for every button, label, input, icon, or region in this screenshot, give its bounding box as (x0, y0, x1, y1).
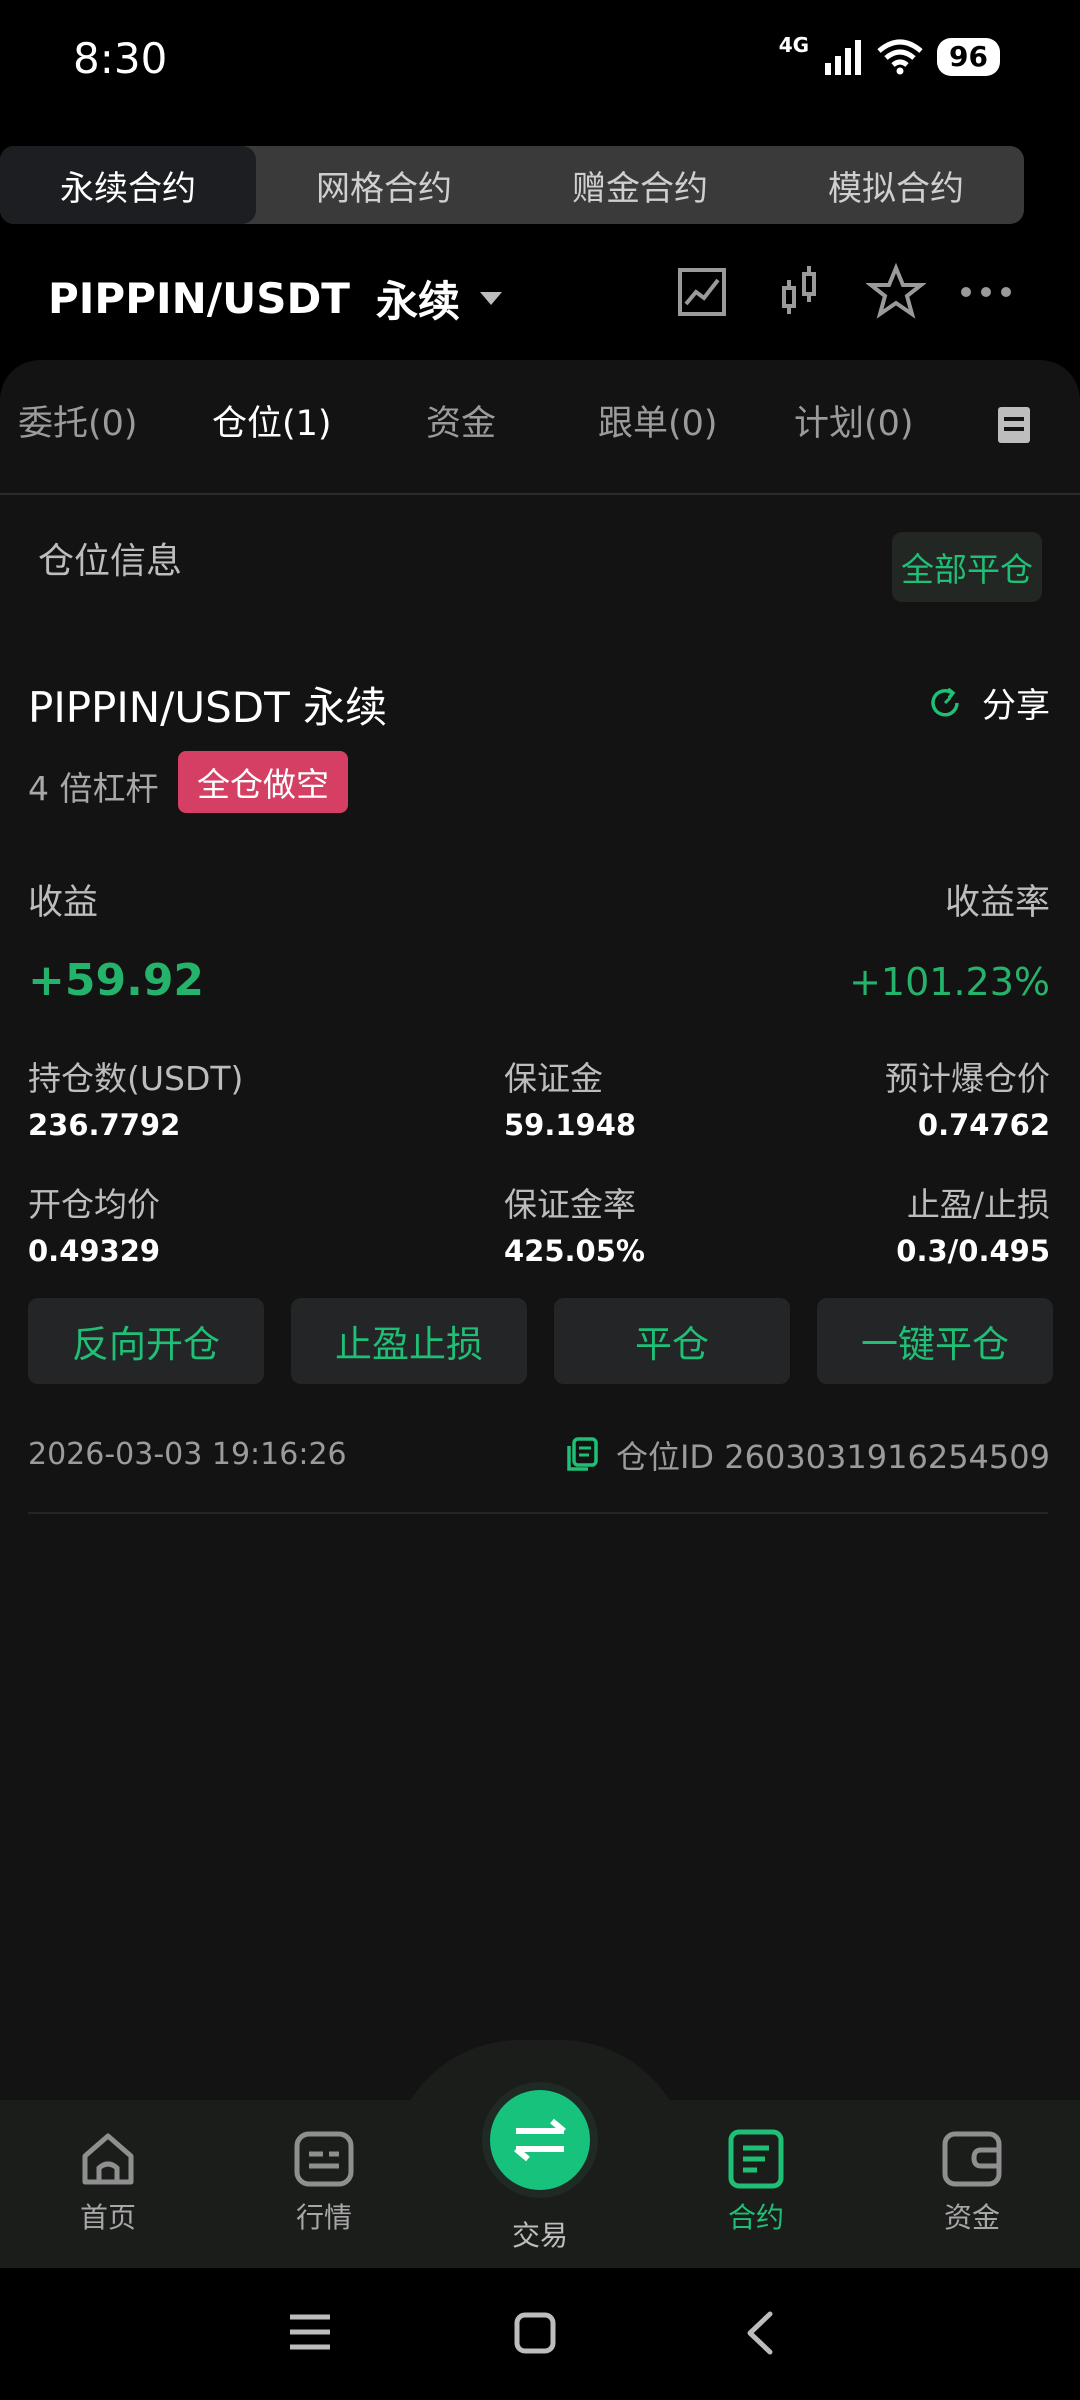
tpsl-button[interactable]: 止盈止损 (291, 1298, 527, 1384)
share-button[interactable]: 分享 (926, 678, 1050, 727)
close-all-button[interactable]: 全部平仓 (892, 532, 1042, 602)
reverse-open-button[interactable]: 反向开仓 (28, 1298, 264, 1384)
divider (0, 493, 1080, 495)
side-badge: 全仓做空 (178, 751, 348, 813)
share-label: 分享 (982, 686, 1050, 726)
pair-name: PIPPIN/USDT (48, 274, 350, 323)
more-icon[interactable] (956, 262, 1016, 322)
quick-close-button[interactable]: 一键平仓 (817, 1298, 1053, 1384)
tab-copy-trading[interactable]: 跟单(0) (598, 395, 718, 446)
nav-home[interactable]: 首页 (38, 2128, 178, 2236)
market-icon (294, 2131, 354, 2187)
nav-assets-label: 资金 (943, 2201, 1000, 2234)
liq-price-label: 预计爆仓价 (885, 1059, 1050, 1098)
liq-price-value: 0.74762 (917, 1108, 1050, 1142)
list-icon[interactable] (996, 405, 1032, 445)
swap-icon (514, 2118, 566, 2162)
position-tabs: 委托(0) 仓位(1) 资金 跟单(0) 计划(0) (0, 395, 1080, 455)
nav-market[interactable]: 行情 (254, 2128, 394, 2236)
wifi-icon (877, 39, 923, 75)
tab-bonus[interactable]: 赠金合约 (512, 146, 768, 224)
entry-price-value: 0.49329 (28, 1234, 161, 1268)
back-icon[interactable] (744, 2310, 774, 2356)
pnl-label: 收益 (28, 883, 99, 923)
nav-market-label: 行情 (295, 2201, 352, 2234)
candlestick-icon[interactable] (770, 262, 830, 322)
tab-orders[interactable]: 委托(0) (18, 395, 138, 446)
pair-selector[interactable]: PIPPIN/USDT 永续 (48, 268, 502, 329)
nav-futures[interactable]: 合约 (686, 2128, 826, 2236)
section-title: 仓位信息 (38, 541, 183, 582)
wallet-icon (942, 2131, 1002, 2187)
chevron-down-icon (479, 292, 502, 305)
size-value: 236.7792 (28, 1108, 181, 1142)
margin-ratio-value: 425.05% (504, 1234, 645, 1268)
nav-futures-label: 合约 (727, 2201, 784, 2234)
signal-icon (825, 40, 862, 75)
tpsl-value: 0.3/0.495 (896, 1234, 1050, 1268)
star-icon[interactable] (866, 262, 926, 322)
tab-funds[interactable]: 资金 (426, 395, 496, 446)
size-label: 持仓数(USDT) (28, 1059, 244, 1098)
contract-type-tabs: 永续合约 网格合约 赠金合约 模拟合约 (0, 146, 1024, 224)
nav-assets[interactable]: 资金 (902, 2128, 1042, 2236)
pair-type: 永续 (375, 277, 460, 326)
futures-icon (728, 2129, 784, 2189)
tab-grid[interactable]: 网格合约 (256, 146, 512, 224)
status-time: 8:30 (73, 34, 168, 83)
position-id[interactable]: 仓位ID 2603031916254509 (564, 1432, 1050, 1478)
share-icon (931, 687, 959, 716)
tab-plan[interactable]: 计划(0) (794, 395, 914, 446)
tpsl-label: 止盈/止损 (906, 1185, 1050, 1224)
network-label: 4G (778, 33, 810, 57)
close-position-button[interactable]: 平仓 (554, 1298, 790, 1384)
leverage-label: 4 倍杠杆 (28, 769, 159, 808)
nav-home-label: 首页 (79, 2201, 136, 2234)
battery-icon: 96 (937, 38, 1000, 76)
main-panel (0, 360, 1080, 2100)
chart-icon[interactable] (672, 262, 732, 322)
margin-value: 59.1948 (504, 1108, 637, 1142)
nav-trade-label[interactable]: 交易 (490, 2214, 590, 2254)
home-icon (82, 2133, 134, 2185)
pnl-value: +59.92 (28, 955, 205, 1006)
margin-ratio-label: 保证金率 (504, 1185, 636, 1224)
copy-icon (567, 1437, 598, 1471)
entry-price-label: 开仓均价 (28, 1185, 160, 1224)
roe-value: +101.23% (849, 960, 1050, 1004)
position-id-text: 仓位ID 2603031916254509 (615, 1438, 1050, 1476)
position-timestamp: 2026-03-03 19:16:26 (28, 1437, 347, 1472)
tab-perpetual[interactable]: 永续合约 (0, 146, 256, 224)
tab-positions[interactable]: 仓位(1) (212, 395, 332, 446)
roe-label: 收益率 (944, 883, 1050, 923)
status-icons: 4G 96 (779, 33, 1000, 76)
divider (28, 1512, 1048, 1514)
home-square-icon[interactable] (514, 2312, 556, 2354)
tab-demo[interactable]: 模拟合约 (768, 146, 1024, 224)
position-name: PIPPIN/USDT 永续 (28, 683, 388, 732)
trade-button[interactable] (490, 2090, 590, 2190)
menu-icon[interactable] (288, 2312, 332, 2352)
margin-label: 保证金 (504, 1059, 603, 1098)
